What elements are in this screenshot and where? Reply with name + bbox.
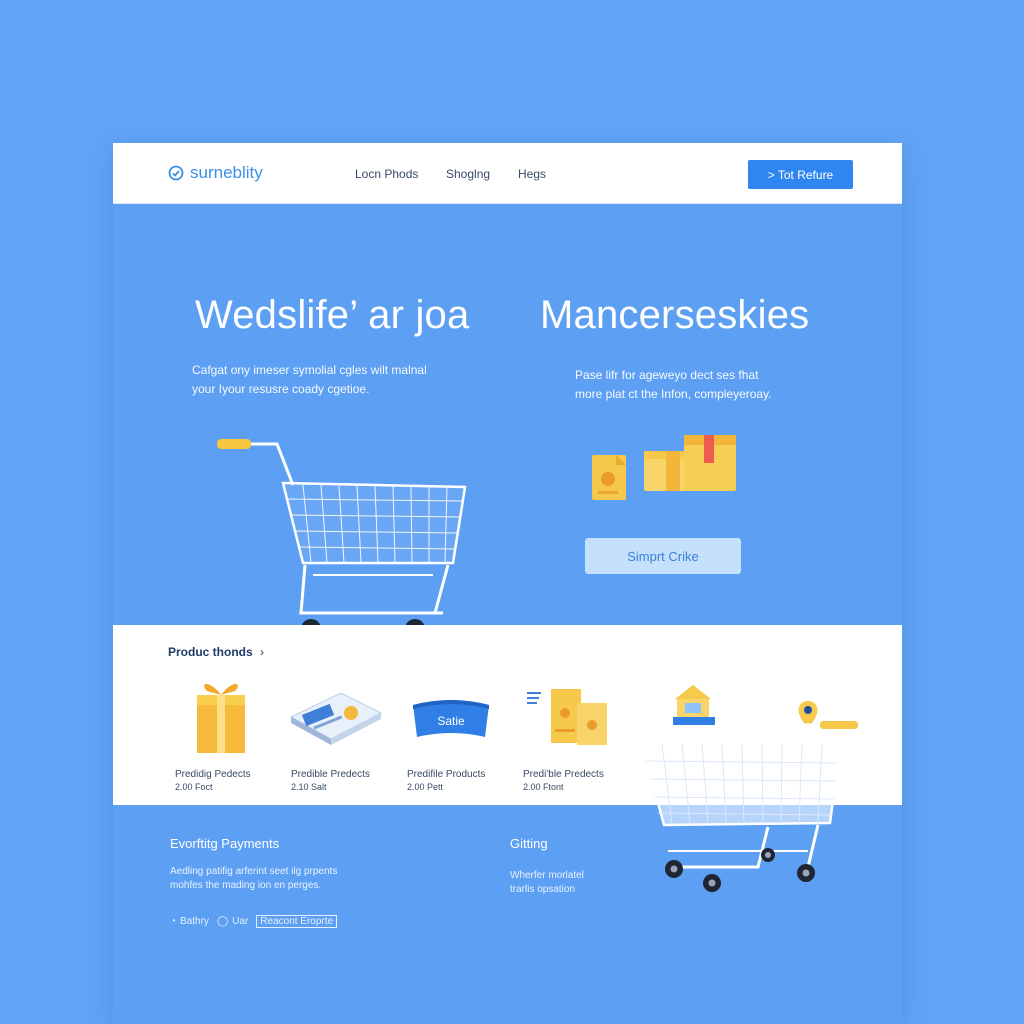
- chevron-right-icon: ›: [260, 645, 265, 659]
- clock-icon: ◔: [170, 916, 177, 927]
- footer-link-label: Bathry: [180, 916, 209, 927]
- site-header: surneblity Locn Phods Shoglng Hegs > Tot…: [113, 143, 902, 204]
- product-price: 2.10 Salt: [291, 782, 327, 792]
- product-price: 2.00 Ftont: [523, 782, 564, 792]
- sale-tag-icon: Satie: [413, 700, 489, 737]
- product-card[interactable]: Satie Predifile Products 2.00 Pett: [401, 673, 513, 798]
- footer-link-label: Reacont Eroprte: [260, 916, 334, 927]
- hero-right-desc-line: more plat ct the Infon, compleyeroay.: [575, 387, 772, 401]
- hero-right-desc-line: Pase lifr for ageweyo dect ses fhat: [575, 368, 759, 382]
- footer-right-text: Wherfer morlatel trarlis opsation: [510, 869, 584, 897]
- document-icon: [527, 689, 607, 745]
- hero-left-title: Wedslife’ ar joa: [195, 293, 470, 337]
- footer-link-2[interactable]: ◯ Uar: [217, 916, 248, 927]
- footer-right-text-line: trarlis opsation: [510, 884, 576, 895]
- logo-icon: [168, 165, 184, 181]
- logo-text: surneblity: [190, 163, 263, 182]
- hero-left-desc-line: your Iyour resusre coady cgetioe.: [192, 382, 370, 396]
- product-name: Predi'ble Predects: [523, 769, 604, 780]
- package-boxes-icon: [592, 435, 736, 500]
- circle-icon: ◯: [216, 916, 229, 927]
- header-cta-button[interactable]: > Tot Refure: [748, 160, 853, 189]
- footer-links: ◔ Bathry ◯ Uar Reacont Eroprte: [170, 915, 338, 928]
- products-heading-label: Produc thonds: [168, 645, 253, 659]
- product-name: Predible Predects: [291, 769, 370, 780]
- sale-badge-text: Satie: [437, 714, 465, 728]
- hero-left-desc-line: Cafgat ony imeser symolial cgles wilt ma…: [192, 363, 427, 377]
- shopping-cart-illustration-2: [640, 701, 858, 892]
- site-logo[interactable]: surneblity: [168, 163, 263, 183]
- product-card[interactable]: Predidig Pedects 2.00 Foct: [169, 673, 281, 798]
- product-card[interactable]: Predible Predects 2.10 Salt: [285, 673, 397, 798]
- footer-left-text-line: Aedling patifig arferint seet ilg prpent…: [170, 866, 338, 877]
- product-card[interactable]: Predi'ble Predects 2.00 Ftont: [517, 673, 629, 798]
- product-name: Predifile Products: [407, 769, 486, 780]
- footer-right-heading: Gitting: [510, 836, 548, 851]
- hero-secondary-button[interactable]: Simprt Crike: [585, 538, 741, 574]
- footer-link-1[interactable]: ◔ Bathry: [170, 916, 209, 927]
- footer-right-text-line: Wherfer morlatel: [510, 870, 584, 881]
- product-tray-icon: [289, 692, 383, 745]
- footer-left-text: Aedling patifig arferint seet ilg prpent…: [170, 865, 337, 893]
- footer-link-3[interactable]: Reacont Eroprte: [256, 915, 338, 928]
- hero-left-description: Cafgat ony imeser symolial cgles wilt ma…: [192, 361, 427, 399]
- browser-page: surneblity Locn Phods Shoglng Hegs > Tot…: [113, 143, 902, 1024]
- hero-right-title: Mancerseskies: [540, 293, 810, 337]
- products-heading[interactable]: Produc thonds ›: [168, 645, 264, 659]
- shopping-cart-illustration: [217, 439, 467, 639]
- product-price: 2.00 Pett: [407, 782, 444, 792]
- footer-left-heading: Evorftitg Payments: [170, 836, 280, 851]
- footer-left-text-line: mohfes the mading ion en perges.: [170, 880, 322, 891]
- nav-link-3[interactable]: Hegs: [518, 167, 546, 181]
- nav-link-1[interactable]: Locn Phods: [355, 167, 418, 181]
- hero-right-description: Pase lifr for ageweyo dect ses fhat more…: [575, 366, 772, 404]
- product-name: Predidig Pedects: [175, 769, 251, 780]
- gift-box-icon: [197, 684, 245, 753]
- product-price: 2.00 Foct: [175, 782, 213, 792]
- nav-link-2[interactable]: Shoglng: [446, 167, 490, 181]
- footer-link-label: Uar: [232, 916, 249, 927]
